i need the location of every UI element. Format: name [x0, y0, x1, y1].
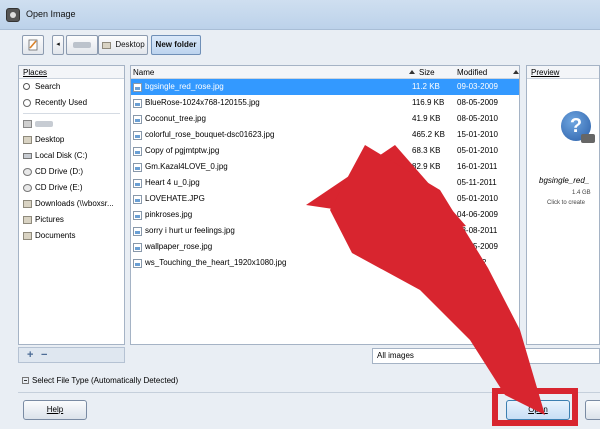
search-icon: [23, 83, 30, 90]
file-row[interactable]: wallpaper_rose.jpg 08-05-2009: [131, 239, 519, 255]
place-pictures[interactable]: Pictures: [19, 212, 124, 228]
desktop-folder-icon: [23, 136, 32, 144]
gimp-badge-icon: [581, 134, 595, 143]
file-filter-select[interactable]: All images: [372, 348, 600, 364]
preview-file-size: 1.4 GB: [572, 190, 591, 196]
gimp-app-icon: [6, 8, 20, 22]
image-file-icon: [133, 83, 142, 92]
place-recently-used[interactable]: Recently Used: [19, 95, 124, 111]
annotation-highlight-box: [492, 388, 578, 426]
image-file-icon: [133, 147, 142, 156]
preview-file-name: bgsingle_red_: [539, 176, 590, 185]
crumb-user-folder[interactable]: [66, 35, 98, 55]
select-file-type-expander[interactable]: Select File Type (Automatically Detected…: [22, 375, 178, 387]
folder-icon: [23, 232, 32, 240]
place-documents[interactable]: Documents: [19, 228, 124, 244]
place-cd-drive-d[interactable]: CD Drive (D:): [19, 164, 124, 180]
cd-icon: [23, 168, 32, 176]
image-file-icon: [133, 227, 142, 236]
file-row[interactable]: Heart 4 u_0.jpg KB 05-11-2011: [131, 175, 519, 191]
pencil-icon: [28, 39, 38, 51]
folder-icon: [23, 216, 32, 224]
file-row[interactable]: pinkroses.jpg 04-06-2009: [131, 207, 519, 223]
image-file-icon: [133, 195, 142, 204]
place-downloads[interactable]: Downloads (\\vboxsr...: [19, 196, 124, 212]
preview-hint[interactable]: Click to create: [547, 200, 585, 206]
file-row[interactable]: Gm.Kazal4LOVE_0.jpg 82.9 KB 16-01-2011: [131, 159, 519, 175]
home-folder-icon: [23, 120, 32, 128]
places-panel: Places Search Recently Used Desktop Loca…: [18, 65, 125, 345]
file-row[interactable]: bgsingle_red_rose.jpg 11.2 KB 09-03-2009: [131, 79, 519, 95]
file-row[interactable]: sorry i hurt ur feelings.jpg 28-08-2011: [131, 223, 519, 239]
window-title: Open Image: [26, 9, 76, 19]
disk-icon: [23, 153, 32, 159]
place-cd-drive-e[interactable]: CD Drive (E:): [19, 180, 124, 196]
image-file-icon: [133, 211, 142, 220]
file-row[interactable]: BlueRose-1024x768-120155.jpg 116.9 KB 08-0…: [131, 95, 519, 111]
sort-arrow-icon: [409, 70, 415, 74]
image-file-icon: [133, 243, 142, 252]
preview-panel: Preview ? bgsingle_red_ 1.4 GB Click to …: [526, 65, 600, 345]
file-list: Name Size Modified bgsingle_red_rose.jpg…: [130, 65, 520, 345]
file-list-header: Name Size Modified: [131, 66, 519, 79]
place-desktop[interactable]: Desktop: [19, 132, 124, 148]
file-row[interactable]: colorful_rose_bouquet-dsc01623.jpg 465.2 …: [131, 127, 519, 143]
crumb-new-folder[interactable]: New folder: [151, 35, 201, 55]
redacted-text: [73, 41, 91, 48]
help-button[interactable]: Help: [23, 400, 87, 420]
clock-icon: [23, 99, 31, 107]
image-file-icon: [133, 115, 142, 124]
places-actions: + −: [18, 347, 125, 363]
cancel-button[interactable]: [585, 400, 600, 420]
folder-icon: [23, 200, 32, 208]
column-name[interactable]: Name: [133, 66, 154, 79]
sort-arrow-icon: [513, 70, 519, 74]
places-header: Places: [19, 66, 124, 79]
toolbar: ◂ Desktop New folder: [0, 30, 600, 60]
crumb-desktop[interactable]: Desktop: [98, 35, 148, 55]
column-modified[interactable]: Modified: [457, 66, 487, 79]
crumb-label: Desktop: [115, 40, 145, 49]
cd-icon: [23, 184, 32, 192]
image-file-icon: [133, 99, 142, 108]
place-search[interactable]: Search: [19, 79, 124, 95]
column-size[interactable]: Size: [419, 66, 435, 79]
folder-icon: [102, 42, 111, 49]
divider: [23, 113, 120, 114]
file-row[interactable]: Copy of pgjmtptw.jpg 68.3 KB 05-01-2010: [131, 143, 519, 159]
type-location-button[interactable]: [22, 35, 44, 55]
title-bar: Open Image: [0, 0, 600, 30]
place-home[interactable]: [19, 116, 124, 132]
redacted-text: [35, 120, 53, 127]
image-file-icon: [133, 259, 142, 268]
file-row[interactable]: Coconut_tree.jpg 41.9 KB 08-05-2010: [131, 111, 519, 127]
image-file-icon: [133, 131, 142, 140]
place-local-disk-c[interactable]: Local Disk (C:): [19, 148, 124, 164]
remove-bookmark-button[interactable]: −: [41, 349, 47, 361]
add-bookmark-button[interactable]: +: [27, 349, 33, 361]
expander-icon: [22, 377, 29, 384]
file-row[interactable]: LOVEHATE.JPG KB 05-01-2010: [131, 191, 519, 207]
file-row[interactable]: ws_Touching_the_heart_1920x1080.jpg 04-20…: [131, 255, 519, 271]
path-back-button[interactable]: ◂: [52, 35, 64, 55]
image-file-icon: [133, 179, 142, 188]
image-file-icon: [133, 163, 142, 172]
preview-header: Preview: [527, 66, 599, 79]
